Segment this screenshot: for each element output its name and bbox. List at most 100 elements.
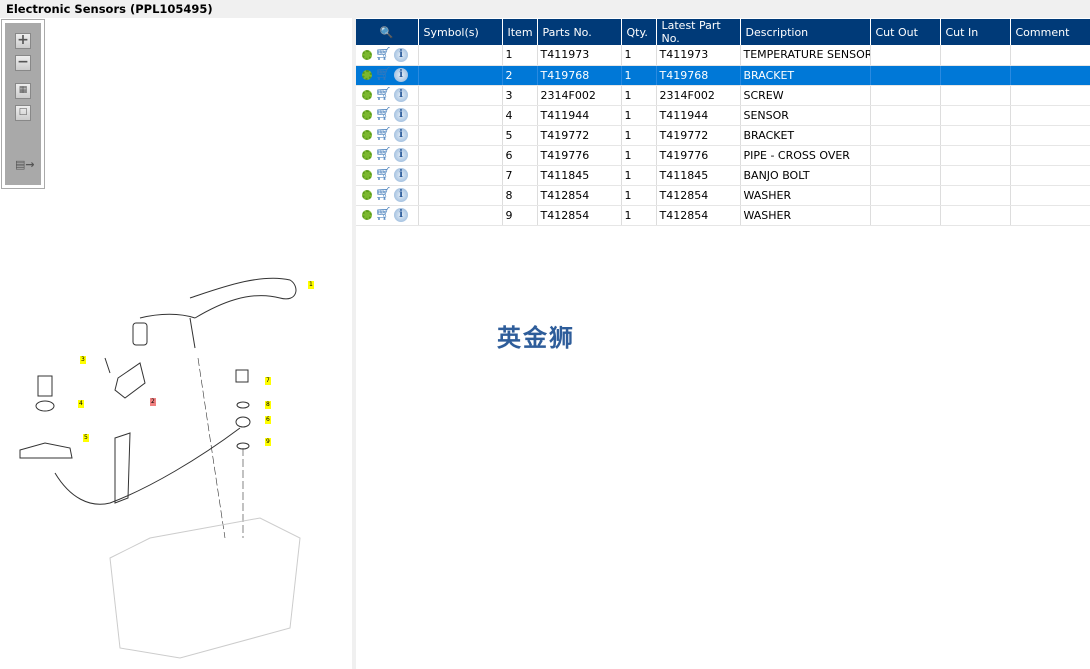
gear-icon[interactable] <box>362 190 372 200</box>
cell-comment <box>1010 105 1090 126</box>
column-search-icon[interactable]: 🔍 <box>356 19 419 45</box>
gear-icon[interactable] <box>362 49 372 60</box>
cart-icon[interactable]: 🛒︎ <box>375 48 392 61</box>
cell-comment <box>1010 45 1090 66</box>
info-icon[interactable]: i <box>394 168 408 182</box>
zoom-out-button[interactable]: − <box>15 55 31 71</box>
cell-part-no: T419776 <box>537 145 622 166</box>
column-header-item[interactable]: Item <box>502 19 538 45</box>
cell-description: SENSOR <box>740 105 871 126</box>
column-header-comment[interactable]: Comment <box>1010 19 1090 45</box>
cell-cut-out <box>870 145 941 166</box>
row-actions: 🛒︎ i <box>356 45 419 66</box>
cart-icon[interactable]: 🛒︎ <box>375 148 392 161</box>
column-header-cut-in[interactable]: Cut In <box>940 19 1011 45</box>
cart-icon[interactable]: 🛒︎ <box>375 128 392 141</box>
table-row[interactable]: 🛒︎ i 9 T412854 1 T412854 WASHER <box>356 205 1090 226</box>
cell-description: BANJO BOLT <box>740 165 871 186</box>
cell-part-no: 2314F002 <box>537 85 622 106</box>
info-icon[interactable]: i <box>394 88 408 102</box>
cell-item: 8 <box>502 185 538 206</box>
cell-part-no: T412854 <box>537 205 622 226</box>
cell-qty: 1 <box>621 65 657 86</box>
cell-qty: 1 <box>621 45 657 66</box>
cell-latest-part-no: T411944 <box>656 105 741 126</box>
column-header-symbols[interactable]: Symbol(s) <box>418 19 503 45</box>
cart-icon[interactable]: 🛒︎ <box>375 108 392 121</box>
gear-icon[interactable] <box>362 210 372 220</box>
table-row[interactable]: 🛒︎ i 7 T411845 1 T411845 BANJO BOLT <box>356 165 1090 186</box>
diagram-pane[interactable]: 1 2 3 4 5 6 7 8 9 <box>0 18 352 669</box>
row-actions: 🛒︎ i <box>356 125 419 146</box>
column-header-description[interactable]: Description <box>740 19 871 45</box>
cell-cut-in <box>940 145 1011 166</box>
cell-symbols <box>418 105 503 126</box>
cell-part-no: T411845 <box>537 165 622 186</box>
table-row[interactable]: 🛒︎ i 1 T411973 1 T411973 TEMPERATURE SENSOR <box>356 45 1090 66</box>
callout-1[interactable]: 1 <box>308 281 314 289</box>
column-header-cut-out[interactable]: Cut Out <box>870 19 941 45</box>
table-row[interactable]: 🛒︎ i 4 T411944 1 T411944 SENSOR <box>356 105 1090 126</box>
cart-icon[interactable]: 🛒︎ <box>375 68 392 81</box>
cell-qty: 1 <box>621 205 657 226</box>
info-icon[interactable]: i <box>394 208 408 222</box>
cart-icon[interactable]: 🛒︎ <box>375 188 392 201</box>
cell-description: WASHER <box>740 185 871 206</box>
gear-icon[interactable] <box>362 70 372 80</box>
callout-3[interactable]: 3 <box>80 356 86 364</box>
cell-latest-part-no: T419776 <box>656 145 741 166</box>
table-row[interactable]: 🛒︎ i 5 T419772 1 T419772 BRACKET <box>356 125 1090 146</box>
column-header-parts-no[interactable]: Parts No. <box>537 19 622 45</box>
cell-item: 2 <box>502 65 538 86</box>
table-row[interactable]: 🛒︎ i 8 T412854 1 T412854 WASHER <box>356 185 1090 206</box>
gear-icon[interactable] <box>362 90 372 100</box>
fit-all-button[interactable]: ▦ <box>15 83 31 99</box>
cell-latest-part-no: T419772 <box>656 125 741 146</box>
gear-icon[interactable] <box>362 150 372 160</box>
callout-4[interactable]: 4 <box>78 400 84 408</box>
cell-cut-in <box>940 105 1011 126</box>
cell-qty: 1 <box>621 85 657 106</box>
cell-part-no: T411973 <box>537 45 622 66</box>
callout-2[interactable]: 2 <box>150 398 156 406</box>
cell-symbols <box>418 205 503 226</box>
callout-5[interactable]: 5 <box>83 434 89 442</box>
column-header-latest-part-no[interactable]: Latest Part No. <box>656 19 741 45</box>
cell-cut-out <box>870 165 941 186</box>
info-icon[interactable]: i <box>394 47 408 62</box>
callout-7[interactable]: 7 <box>265 377 271 385</box>
cell-description: PIPE - CROSS OVER <box>740 145 871 166</box>
export-list-icon[interactable]: ▤→ <box>15 158 35 174</box>
info-icon[interactable]: i <box>394 128 408 142</box>
table-row[interactable]: 🛒︎ i 3 2314F002 1 2314F002 SCREW <box>356 85 1090 106</box>
cart-icon[interactable]: 🛒︎ <box>375 88 392 101</box>
cell-symbols <box>418 85 503 106</box>
cell-qty: 1 <box>621 105 657 126</box>
table-row[interactable]: 🛒︎ i 2 T419768 1 T419768 BRACKET <box>356 65 1090 86</box>
fit-window-button[interactable]: □ <box>15 105 31 121</box>
cart-icon[interactable]: 🛒︎ <box>375 168 392 181</box>
callout-9[interactable]: 9 <box>265 438 271 446</box>
diagram-toolbar: + − ▦ □ ▤→ <box>1 19 45 189</box>
info-icon[interactable]: i <box>394 148 408 162</box>
cell-description: TEMPERATURE SENSOR <box>740 45 871 66</box>
info-icon[interactable]: i <box>394 108 408 122</box>
row-actions: 🛒︎ i <box>356 205 419 226</box>
info-icon[interactable]: i <box>394 68 408 82</box>
gear-icon[interactable] <box>362 130 372 140</box>
cell-cut-out <box>870 185 941 206</box>
cart-icon[interactable]: 🛒︎ <box>375 208 392 221</box>
cell-latest-part-no: T419768 <box>656 65 741 86</box>
zoom-in-button[interactable]: + <box>15 33 31 49</box>
cell-symbols <box>418 165 503 186</box>
gear-icon[interactable] <box>362 110 372 120</box>
gear-icon[interactable] <box>362 170 372 180</box>
table-row[interactable]: 🛒︎ i 6 T419776 1 T419776 PIPE - CROSS OVER <box>356 145 1090 166</box>
column-header-qty[interactable]: Qty. <box>621 19 657 45</box>
info-icon[interactable]: i <box>394 188 408 202</box>
row-actions: 🛒︎ i <box>356 105 419 126</box>
parts-table: 🔍 Symbol(s) Item Parts No. Qty. Latest P… <box>356 19 1090 226</box>
cell-item: 9 <box>502 205 538 226</box>
callout-6[interactable]: 6 <box>265 416 271 424</box>
callout-8[interactable]: 8 <box>265 401 271 409</box>
